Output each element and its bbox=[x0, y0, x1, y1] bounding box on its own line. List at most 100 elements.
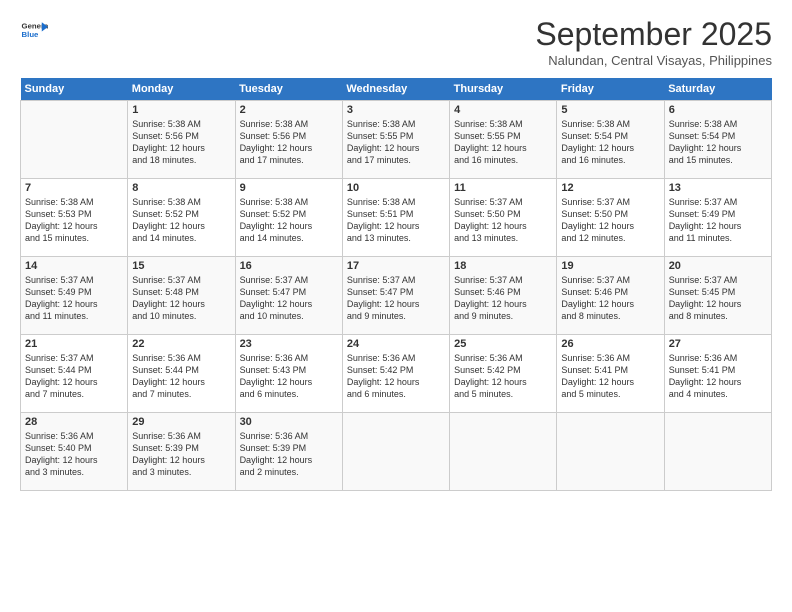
day-number: 26 bbox=[561, 338, 659, 350]
day-info: Sunrise: 5:36 AM Sunset: 5:40 PM Dayligh… bbox=[25, 430, 123, 479]
table-row: 13 Sunrise: 5:37 AM Sunset: 5:49 PM Dayli… bbox=[664, 179, 771, 257]
day-info: Sunrise: 5:36 AM Sunset: 5:41 PM Dayligh… bbox=[561, 352, 659, 401]
table-row: 19 Sunrise: 5:37 AM Sunset: 5:46 PM Dayli… bbox=[557, 257, 664, 335]
title-section: September 2025 Nalundan, Central Visayas… bbox=[535, 16, 772, 68]
table-row bbox=[450, 413, 557, 491]
table-row: 27 Sunrise: 5:36 AM Sunset: 5:41 PM Dayli… bbox=[664, 335, 771, 413]
calendar-table: Sunday Monday Tuesday Wednesday Thursday… bbox=[20, 78, 772, 491]
day-number: 22 bbox=[132, 338, 230, 350]
header-tuesday: Tuesday bbox=[235, 78, 342, 101]
day-number: 2 bbox=[240, 104, 338, 116]
table-row: 12 Sunrise: 5:37 AM Sunset: 5:50 PM Dayli… bbox=[557, 179, 664, 257]
table-row: 6Sunrise: 5:38 AM Sunset: 5:54 PM Daylig… bbox=[664, 101, 771, 179]
table-row: 14 Sunrise: 5:37 AM Sunset: 5:49 PM Dayli… bbox=[21, 257, 128, 335]
day-info: Sunrise: 5:37 AM Sunset: 5:45 PM Dayligh… bbox=[669, 274, 767, 323]
day-info: Sunrise: 5:38 AM Sunset: 5:52 PM Dayligh… bbox=[132, 196, 230, 245]
day-number: 1 bbox=[132, 104, 230, 116]
day-info: Sunrise: 5:37 AM Sunset: 5:49 PM Dayligh… bbox=[25, 274, 123, 323]
table-row: 4 Sunrise: 5:38 AM Sunset: 5:55 PM Daylig… bbox=[450, 101, 557, 179]
day-info: Sunrise: 5:36 AM Sunset: 5:39 PM Dayligh… bbox=[132, 430, 230, 479]
day-number: 5 bbox=[561, 104, 659, 116]
day-info: Sunrise: 5:36 AM Sunset: 5:42 PM Dayligh… bbox=[347, 352, 445, 401]
day-number: 6 bbox=[669, 104, 767, 116]
calendar-header-row: Sunday Monday Tuesday Wednesday Thursday… bbox=[21, 78, 772, 101]
day-info: Sunrise: 5:37 AM Sunset: 5:50 PM Dayligh… bbox=[561, 196, 659, 245]
table-row: 2 Sunrise: 5:38 AM Sunset: 5:56 PM Daylig… bbox=[235, 101, 342, 179]
table-row: 8 Sunrise: 5:38 AM Sunset: 5:52 PM Daylig… bbox=[128, 179, 235, 257]
calendar-week-4: 21Sunrise: 5:37 AM Sunset: 5:44 PM Dayli… bbox=[21, 335, 772, 413]
table-row: 30Sunrise: 5:36 AM Sunset: 5:39 PM Dayli… bbox=[235, 413, 342, 491]
day-number: 7 bbox=[25, 182, 123, 194]
day-info: Sunrise: 5:37 AM Sunset: 5:46 PM Dayligh… bbox=[454, 274, 552, 323]
day-number: 21 bbox=[25, 338, 123, 350]
table-row: 11 Sunrise: 5:37 AM Sunset: 5:50 PM Dayli… bbox=[450, 179, 557, 257]
table-row: 3 Sunrise: 5:38 AM Sunset: 5:55 PM Daylig… bbox=[342, 101, 449, 179]
day-number: 27 bbox=[669, 338, 767, 350]
month-title: September 2025 bbox=[535, 16, 772, 53]
table-row: 1Sunrise: 5:38 AM Sunset: 5:56 PM Daylig… bbox=[128, 101, 235, 179]
svg-text:Blue: Blue bbox=[22, 30, 40, 39]
table-row: 25Sunrise: 5:36 AM Sunset: 5:42 PM Dayli… bbox=[450, 335, 557, 413]
day-number: 19 bbox=[561, 260, 659, 272]
day-number: 8 bbox=[132, 182, 230, 194]
day-info: Sunrise: 5:38 AM Sunset: 5:56 PM Dayligh… bbox=[240, 118, 338, 167]
day-info: Sunrise: 5:38 AM Sunset: 5:53 PM Dayligh… bbox=[25, 196, 123, 245]
day-info: Sunrise: 5:38 AM Sunset: 5:55 PM Dayligh… bbox=[347, 118, 445, 167]
day-number: 12 bbox=[561, 182, 659, 194]
location-subtitle: Nalundan, Central Visayas, Philippines bbox=[535, 53, 772, 68]
table-row: 20 Sunrise: 5:37 AM Sunset: 5:45 PM Dayli… bbox=[664, 257, 771, 335]
day-number: 25 bbox=[454, 338, 552, 350]
day-info: Sunrise: 5:38 AM Sunset: 5:52 PM Dayligh… bbox=[240, 196, 338, 245]
day-info: Sunrise: 5:37 AM Sunset: 5:48 PM Dayligh… bbox=[132, 274, 230, 323]
day-number: 20 bbox=[669, 260, 767, 272]
calendar-week-2: 7 Sunrise: 5:38 AM Sunset: 5:53 PM Daylig… bbox=[21, 179, 772, 257]
day-number: 9 bbox=[240, 182, 338, 194]
calendar-week-3: 14 Sunrise: 5:37 AM Sunset: 5:49 PM Dayli… bbox=[21, 257, 772, 335]
day-number: 17 bbox=[347, 260, 445, 272]
day-info: Sunrise: 5:37 AM Sunset: 5:49 PM Dayligh… bbox=[669, 196, 767, 245]
table-row: 10 Sunrise: 5:38 AM Sunset: 5:51 PM Dayli… bbox=[342, 179, 449, 257]
table-row: 16Sunrise: 5:37 AM Sunset: 5:47 PM Dayli… bbox=[235, 257, 342, 335]
table-row: 29Sunrise: 5:36 AM Sunset: 5:39 PM Dayli… bbox=[128, 413, 235, 491]
table-row bbox=[557, 413, 664, 491]
calendar-week-5: 28Sunrise: 5:36 AM Sunset: 5:40 PM Dayli… bbox=[21, 413, 772, 491]
day-number: 18 bbox=[454, 260, 552, 272]
table-row: 28Sunrise: 5:36 AM Sunset: 5:40 PM Dayli… bbox=[21, 413, 128, 491]
table-row: 9 Sunrise: 5:38 AM Sunset: 5:52 PM Daylig… bbox=[235, 179, 342, 257]
header-saturday: Saturday bbox=[664, 78, 771, 101]
table-row: 23 Sunrise: 5:36 AM Sunset: 5:43 PM Dayli… bbox=[235, 335, 342, 413]
day-number: 23 bbox=[240, 338, 338, 350]
header-wednesday: Wednesday bbox=[342, 78, 449, 101]
day-number: 3 bbox=[347, 104, 445, 116]
table-row: 17 Sunrise: 5:37 AM Sunset: 5:47 PM Dayli… bbox=[342, 257, 449, 335]
calendar-week-1: 1 Sunrise: 5:38 AM Sunset: 5:56 PM Daylig… bbox=[21, 101, 772, 179]
logo: General Blue bbox=[20, 16, 48, 44]
day-info: Sunrise: 5:36 AM Sunset: 5:43 PM Dayligh… bbox=[240, 352, 338, 401]
day-number: 16 bbox=[240, 260, 338, 272]
day-number: 4 bbox=[454, 104, 552, 116]
day-number: 13 bbox=[669, 182, 767, 194]
day-info: Sunrise: 5:37 AM Sunset: 5:47 PM Dayligh… bbox=[347, 274, 445, 323]
day-info: Sunrise: 5:36 AM Sunset: 5:41 PM Dayligh… bbox=[669, 352, 767, 401]
day-info: Sunrise: 5:38 AM Sunset: 5:54 PM Dayligh… bbox=[561, 118, 659, 167]
table-row: 7 Sunrise: 5:38 AM Sunset: 5:53 PM Daylig… bbox=[21, 179, 128, 257]
table-row bbox=[21, 101, 128, 179]
table-row: 26 Sunrise: 5:36 AM Sunset: 5:41 PM Dayli… bbox=[557, 335, 664, 413]
day-info: Sunrise: 5:38 AM Sunset: 5:55 PM Dayligh… bbox=[454, 118, 552, 167]
day-number: 10 bbox=[347, 182, 445, 194]
table-row: 5 Sunrise: 5:38 AM Sunset: 5:54 PM Daylig… bbox=[557, 101, 664, 179]
day-number: 30 bbox=[240, 416, 338, 428]
table-row: 18 Sunrise: 5:37 AM Sunset: 5:46 PM Dayli… bbox=[450, 257, 557, 335]
header-monday: Monday bbox=[128, 78, 235, 101]
table-row: 21Sunrise: 5:37 AM Sunset: 5:44 PM Dayli… bbox=[21, 335, 128, 413]
day-number: 24 bbox=[347, 338, 445, 350]
table-row: 22Sunrise: 5:36 AM Sunset: 5:44 PM Dayli… bbox=[128, 335, 235, 413]
day-number: 11 bbox=[454, 182, 552, 194]
day-info: Sunrise: 5:37 AM Sunset: 5:46 PM Dayligh… bbox=[561, 274, 659, 323]
header-friday: Friday bbox=[557, 78, 664, 101]
day-info: Sunrise: 5:37 AM Sunset: 5:50 PM Dayligh… bbox=[454, 196, 552, 245]
day-info: Sunrise: 5:38 AM Sunset: 5:51 PM Dayligh… bbox=[347, 196, 445, 245]
day-number: 14 bbox=[25, 260, 123, 272]
header-sunday: Sunday bbox=[21, 78, 128, 101]
day-number: 15 bbox=[132, 260, 230, 272]
